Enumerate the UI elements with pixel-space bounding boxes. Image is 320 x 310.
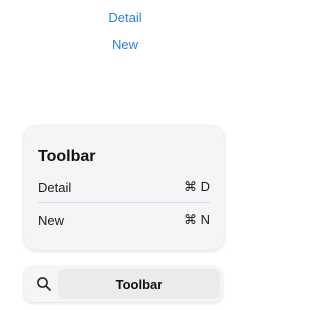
menu-title: Toolbar (38, 148, 96, 165)
menu-item-label: Detail (38, 179, 72, 195)
search-button[interactable] (30, 270, 58, 298)
menu-item-new[interactable]: New ⌘ N (38, 209, 210, 231)
new-link[interactable]: New (0, 37, 250, 53)
menu-item-label: New (38, 212, 65, 228)
toolbar: Toolbar (24, 266, 222, 302)
toolbar-menu: Toolbar Detail ⌘ D New ⌘ N (24, 126, 224, 250)
menu-item-detail[interactable]: Detail ⌘ D (38, 176, 210, 198)
detail-link[interactable]: Detail (0, 10, 250, 26)
shortcut-label: ⌘ D (184, 179, 210, 194)
shortcut-label: ⌘ N (184, 212, 210, 227)
menu-divider (38, 202, 210, 203)
toolbar-button[interactable]: Toolbar (58, 269, 220, 299)
search-icon (37, 277, 51, 291)
